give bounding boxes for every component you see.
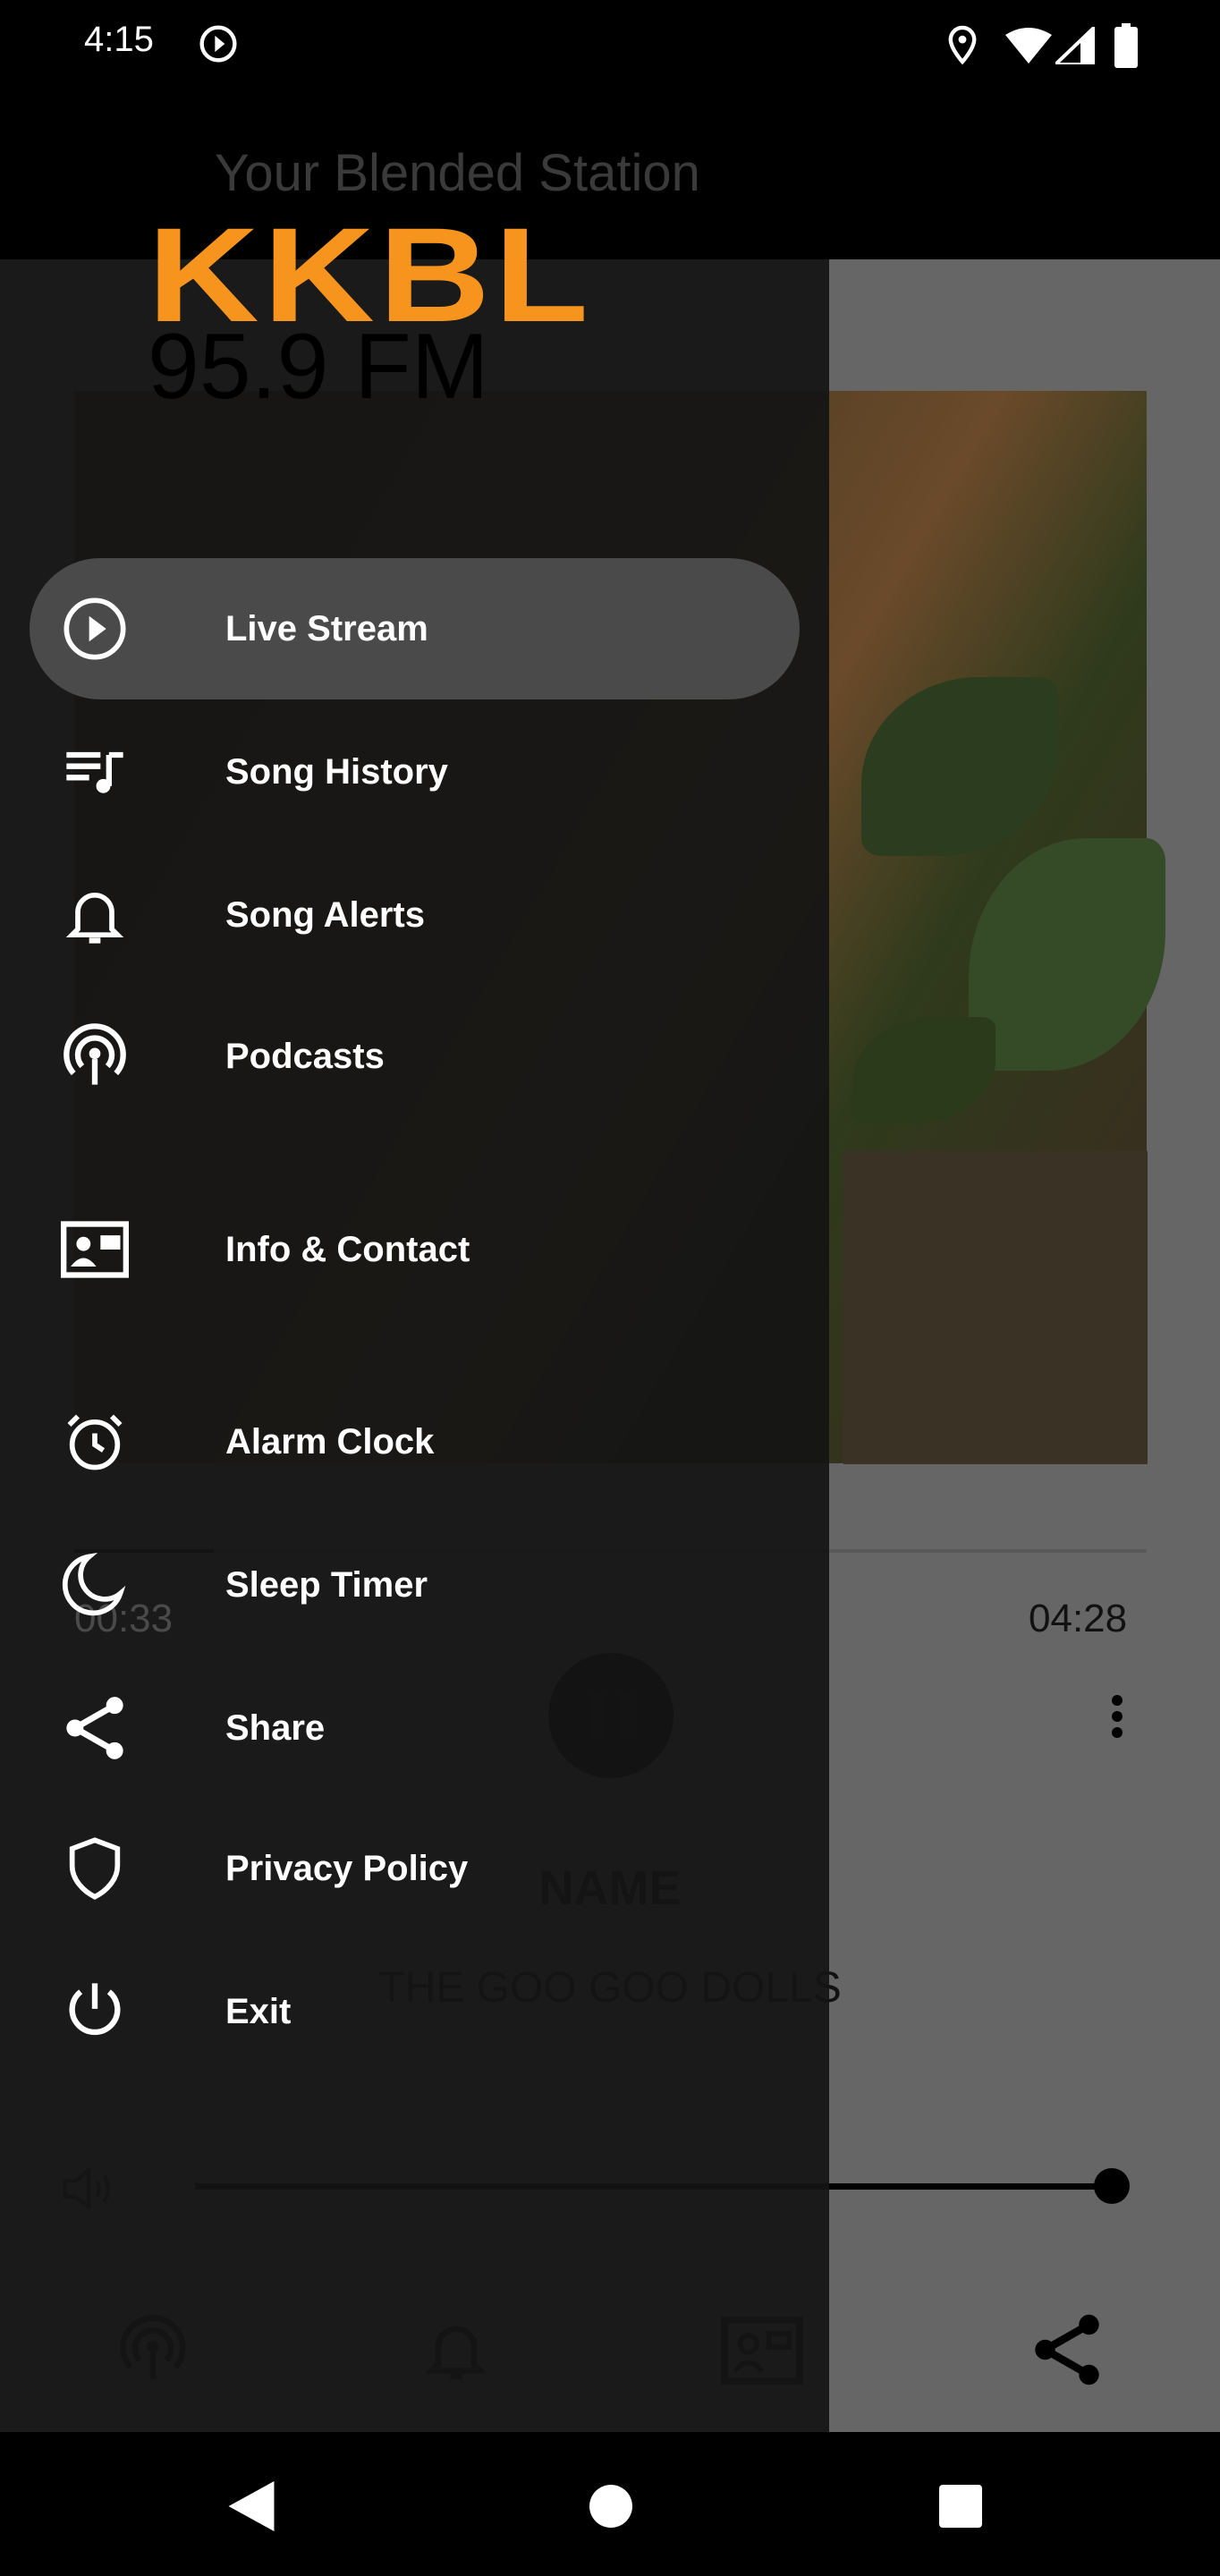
podcast-icon — [59, 1021, 131, 1092]
contact-card-icon — [59, 1214, 131, 1285]
drawer-item-song-alerts[interactable]: Song Alerts — [0, 848, 829, 982]
moon-icon — [59, 1549, 131, 1621]
drawer-item-sleep-timer[interactable]: Sleep Timer — [0, 1518, 829, 1652]
drawer-item-label: Sleep Timer — [225, 1564, 428, 1605]
drawer-item-info-contact[interactable]: Info & Contact — [0, 1182, 829, 1317]
system-nav-bar — [0, 2432, 1220, 2576]
signal-icon — [1055, 27, 1095, 64]
drawer-item-label: Song History — [225, 751, 448, 792]
drawer-item-share[interactable]: Share — [0, 1661, 829, 1795]
drawer-item-podcasts[interactable]: Podcasts — [0, 989, 829, 1123]
recents-icon[interactable] — [939, 2485, 982, 2528]
bell-icon — [59, 879, 131, 951]
media-play-icon — [199, 25, 237, 63]
drawer-item-alarm-clock[interactable]: Alarm Clock — [0, 1375, 829, 1509]
power-icon — [59, 1976, 131, 2047]
drawer-item-label: Song Alerts — [225, 894, 425, 935]
drawer-item-label: Share — [225, 1707, 326, 1748]
drawer-item-privacy-policy[interactable]: Privacy Policy — [0, 1801, 829, 1936]
alarm-clock-icon — [59, 1406, 131, 1478]
drawer-item-label: Podcasts — [225, 1036, 385, 1076]
drawer-item-label: Live Stream — [225, 608, 428, 648]
status-bar: 4:15 — [0, 0, 1220, 89]
app-title: Your Blended Station — [215, 144, 700, 202]
shield-icon — [59, 1833, 131, 1904]
drawer-item-label: Alarm Clock — [225, 1421, 435, 1462]
battery-icon — [1114, 23, 1138, 68]
drawer-item-song-history[interactable]: Song History — [0, 705, 829, 839]
wifi-icon — [1005, 28, 1052, 64]
duration-time: 04:28 — [1029, 1597, 1128, 1640]
drawer-item-exit[interactable]: Exit — [0, 1945, 829, 2079]
share-icon[interactable] — [1027, 2312, 1107, 2387]
drawer-item-label: Info & Contact — [225, 1229, 470, 1269]
play-circle-icon — [59, 593, 131, 665]
share-icon — [59, 1692, 131, 1764]
location-icon — [948, 25, 977, 64]
drawer-item-label: Exit — [225, 1991, 292, 2031]
drawer-item-live-stream[interactable]: Live Stream — [0, 562, 829, 696]
status-time: 4:15 — [84, 20, 154, 59]
drawer-item-label: Privacy Policy — [225, 1848, 469, 1888]
back-icon[interactable] — [228, 2481, 275, 2531]
volume-slider-thumb[interactable] — [1094, 2168, 1130, 2204]
station-logo: KKBL — [148, 199, 593, 350]
more-options-icon[interactable] — [1109, 1695, 1125, 1738]
playlist-icon — [59, 736, 131, 808]
home-icon[interactable] — [589, 2485, 632, 2528]
